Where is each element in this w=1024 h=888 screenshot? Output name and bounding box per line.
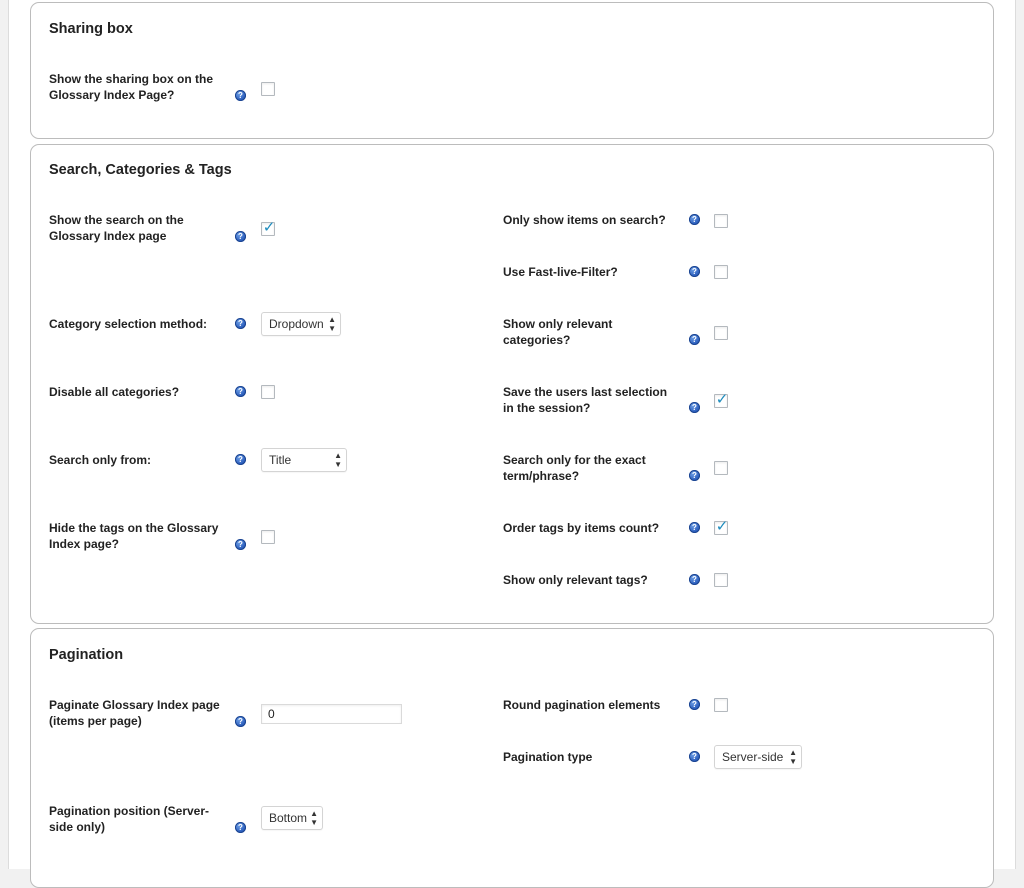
checkmark-icon: ✓ bbox=[715, 518, 729, 535]
round-elements-label: Round pagination elements bbox=[503, 698, 661, 712]
help-question-icon[interactable]: ? bbox=[235, 90, 246, 101]
help-question-icon[interactable]: ? bbox=[689, 402, 700, 413]
pagination-panel: Pagination Paginate Glossary Index page … bbox=[30, 628, 994, 888]
pagination-position-select[interactable]: Bottom ▲ ▼ bbox=[261, 806, 323, 830]
help-question-icon[interactable]: ? bbox=[235, 454, 246, 465]
save-last-selection-label: Save the users last selection in the ses… bbox=[503, 385, 668, 415]
checkmark-icon: ✓ bbox=[262, 219, 276, 236]
help-question-icon[interactable]: ? bbox=[235, 231, 246, 242]
only-show-on-search-checkbox[interactable] bbox=[714, 214, 728, 228]
order-tags-checkbox[interactable]: ✓ bbox=[714, 518, 729, 535]
fast-live-filter-checkbox[interactable] bbox=[714, 265, 728, 279]
hide-tags-label: Hide the tags on the Glossary Index page… bbox=[49, 521, 219, 551]
help-question-icon[interactable]: ? bbox=[235, 386, 246, 397]
category-method-select[interactable]: Dropdown ▲ ▼ bbox=[261, 312, 341, 336]
relevant-categories-checkbox[interactable] bbox=[714, 326, 728, 340]
help-question-icon[interactable]: ? bbox=[689, 574, 700, 585]
help-question-icon[interactable]: ? bbox=[689, 470, 700, 481]
show-sharing-box-label: Show the sharing box on the Glossary Ind… bbox=[49, 72, 214, 102]
pagination-type-select[interactable]: Server-side ▲ ▼ bbox=[714, 745, 802, 769]
help-question-icon[interactable]: ? bbox=[235, 539, 246, 550]
help-question-icon[interactable]: ? bbox=[689, 266, 700, 277]
section-title: Search, Categories & Tags bbox=[49, 162, 232, 178]
help-question-icon[interactable]: ? bbox=[689, 699, 700, 710]
relevant-tags-checkbox[interactable] bbox=[714, 573, 728, 587]
show-search-checkbox[interactable]: ✓ bbox=[261, 219, 276, 236]
help-question-icon[interactable]: ? bbox=[689, 334, 700, 345]
show-search-label: Show the search on the Glossary Index pa… bbox=[49, 213, 184, 243]
search-only-from-select[interactable]: Title ▲ ▼ bbox=[261, 448, 347, 472]
items-per-page-label: Paginate Glossary Index page (items per … bbox=[49, 698, 220, 728]
disable-categories-checkbox[interactable] bbox=[261, 385, 275, 399]
help-question-icon[interactable]: ? bbox=[689, 214, 700, 225]
help-question-icon[interactable]: ? bbox=[235, 822, 246, 833]
pagination-position-label: Pagination position (Server- side only) bbox=[49, 804, 210, 834]
relevant-categories-label: Show only relevant categories? bbox=[503, 317, 613, 347]
checkmark-icon: ✓ bbox=[715, 391, 729, 408]
disable-categories-label: Disable all categories? bbox=[49, 385, 180, 399]
section-title: Sharing box bbox=[49, 21, 133, 37]
round-elements-checkbox[interactable] bbox=[714, 698, 728, 712]
search-categories-tags-panel: Search, Categories & Tags Show the searc… bbox=[30, 144, 994, 624]
items-per-page-input[interactable]: 0 bbox=[261, 704, 402, 724]
help-question-icon[interactable]: ? bbox=[235, 716, 246, 727]
updown-arrows-icon: ▲ ▼ bbox=[789, 748, 797, 766]
show-sharing-box-checkbox[interactable] bbox=[261, 82, 275, 96]
only-show-on-search-label: Only show items on search? bbox=[503, 213, 666, 227]
help-question-icon[interactable]: ? bbox=[235, 318, 246, 329]
updown-arrows-icon: ▲ ▼ bbox=[310, 809, 318, 827]
help-question-icon[interactable]: ? bbox=[689, 522, 700, 533]
hide-tags-checkbox[interactable] bbox=[261, 530, 275, 544]
order-tags-label: Order tags by items count? bbox=[503, 521, 660, 535]
sharing-box-panel: Sharing box Show the sharing box on the … bbox=[30, 2, 994, 139]
page-left-border bbox=[8, 0, 9, 869]
updown-arrows-icon: ▲ ▼ bbox=[334, 451, 342, 469]
category-method-label: Category selection method: bbox=[49, 317, 208, 331]
fast-live-filter-label: Use Fast-live-Filter? bbox=[503, 265, 618, 279]
exact-phrase-checkbox[interactable] bbox=[714, 461, 728, 475]
section-title: Pagination bbox=[49, 647, 124, 663]
relevant-tags-label: Show only relevant tags? bbox=[503, 573, 648, 587]
updown-arrows-icon: ▲ ▼ bbox=[328, 315, 336, 333]
pagination-type-label: Pagination type bbox=[503, 750, 593, 764]
exact-phrase-label: Search only for the exact term/phrase? bbox=[503, 453, 646, 483]
page-right-border bbox=[1015, 0, 1016, 869]
save-last-selection-checkbox[interactable]: ✓ bbox=[714, 391, 729, 408]
help-question-icon[interactable]: ? bbox=[689, 751, 700, 762]
search-only-from-label: Search only from: bbox=[49, 453, 152, 467]
